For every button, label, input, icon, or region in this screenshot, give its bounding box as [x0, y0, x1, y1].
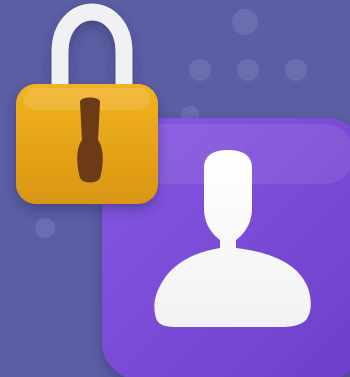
security-illustration	[0, 0, 350, 377]
illustration-canvas	[0, 0, 350, 377]
